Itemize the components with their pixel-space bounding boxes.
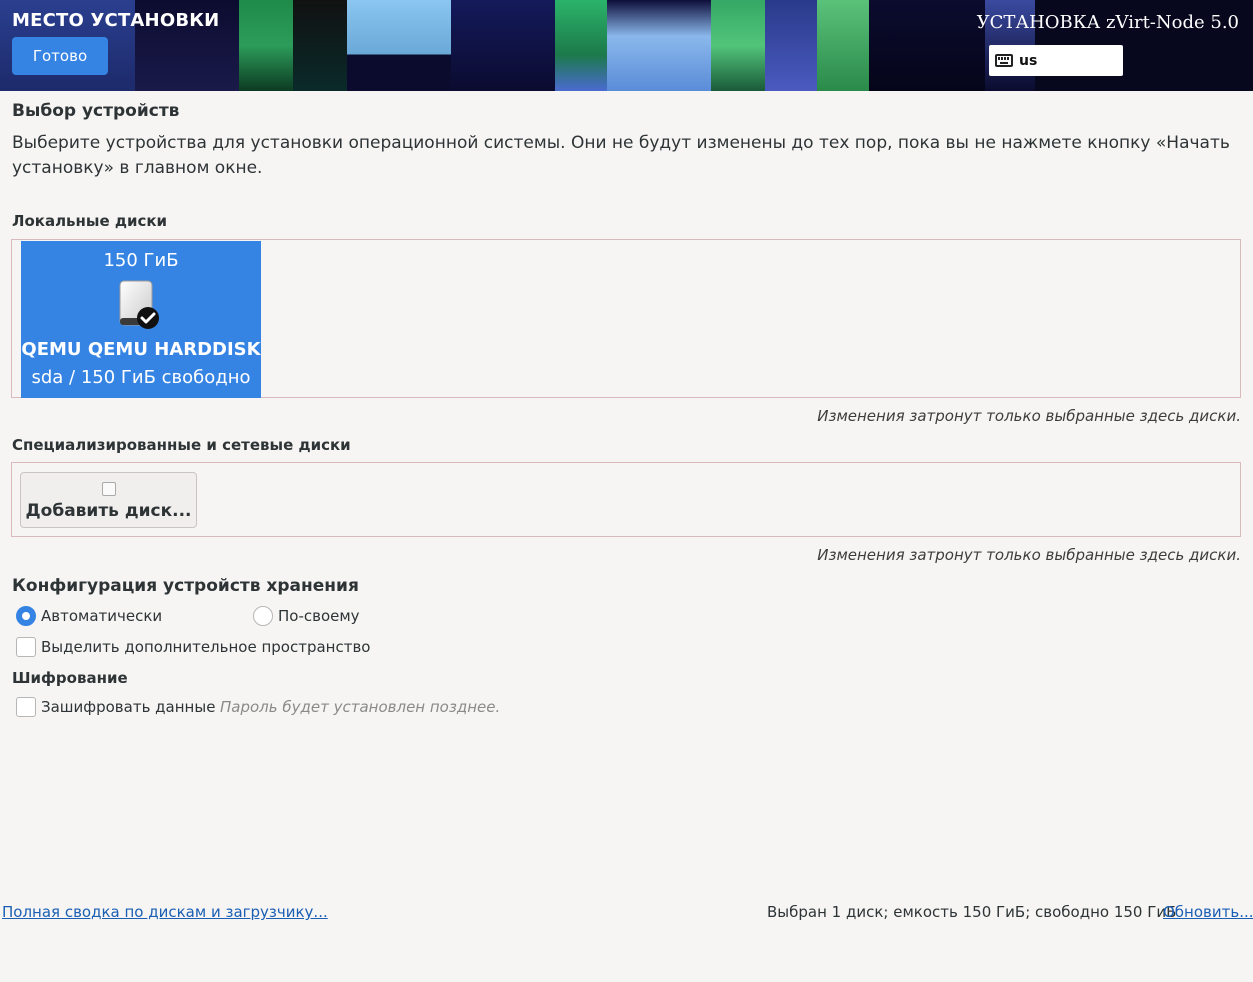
local-disks-area: 150 ГиБ QEMU QEMU HARDDISK sda / 150 ГиБ… bbox=[11, 239, 1241, 398]
refresh-link[interactable]: Обновить... bbox=[1163, 903, 1253, 921]
custom-radio-label[interactable]: По-своему bbox=[278, 607, 360, 625]
product-title: УСТАНОВКА zVirt-Node 5.0 bbox=[976, 12, 1239, 33]
section-description: Выберите устройства для установки операц… bbox=[12, 133, 1230, 178]
network-disks-hint: Изменения затронут только выбранные здес… bbox=[817, 546, 1241, 564]
disk-name: QEMU QEMU HARDDISK bbox=[21, 339, 261, 360]
header-banner: МЕСТО УСТАНОВКИ Готово УСТАНОВКА zVirt-N… bbox=[0, 0, 1253, 91]
add-disk-icon bbox=[102, 482, 116, 496]
auto-radio-label[interactable]: Автоматически bbox=[41, 607, 162, 625]
local-disks-label: Локальные диски bbox=[12, 212, 168, 230]
auto-radio[interactable] bbox=[16, 606, 36, 626]
local-disks-hint: Изменения затронут только выбранные здес… bbox=[817, 407, 1241, 425]
done-button[interactable]: Готово bbox=[12, 37, 108, 75]
keyboard-icon bbox=[995, 54, 1013, 67]
encryption-note: Пароль будет установлен позднее. bbox=[220, 698, 501, 716]
encryption-title: Шифрование bbox=[12, 669, 128, 687]
network-disks-area: Добавить диск... bbox=[11, 462, 1241, 537]
network-disks-label: Специализированные и сетевые диски bbox=[12, 436, 351, 454]
disk-size: 150 ГиБ bbox=[103, 250, 179, 271]
reclaim-space-label[interactable]: Выделить дополнительное пространство bbox=[41, 638, 370, 656]
disk-free-space: sda / 150 ГиБ свободно bbox=[31, 367, 251, 388]
encrypt-label[interactable]: Зашифровать данные bbox=[41, 698, 215, 716]
keyboard-layout-indicator[interactable]: us bbox=[989, 45, 1123, 76]
section-heading: Выбор устройств bbox=[12, 101, 180, 121]
reclaim-space-checkbox[interactable] bbox=[16, 637, 36, 657]
storage-config-title: Конфигурация устройств хранения bbox=[12, 576, 359, 596]
selection-summary: Выбран 1 диск; емкость 150 ГиБ; свободно… bbox=[767, 903, 1177, 921]
add-disk-button[interactable]: Добавить диск... bbox=[20, 472, 197, 528]
hard-disk-selected-icon bbox=[119, 280, 159, 329]
keyboard-layout-label: us bbox=[1019, 52, 1038, 69]
encrypt-checkbox[interactable] bbox=[16, 697, 36, 717]
add-disk-label: Добавить диск... bbox=[25, 501, 192, 521]
disk-tile-sda[interactable]: 150 ГиБ QEMU QEMU HARDDISK sda / 150 ГиБ… bbox=[21, 241, 261, 398]
custom-radio[interactable] bbox=[253, 606, 273, 626]
page-title: МЕСТО УСТАНОВКИ bbox=[12, 10, 220, 31]
disk-summary-link[interactable]: Полная сводка по дискам и загрузчику... bbox=[2, 903, 328, 921]
